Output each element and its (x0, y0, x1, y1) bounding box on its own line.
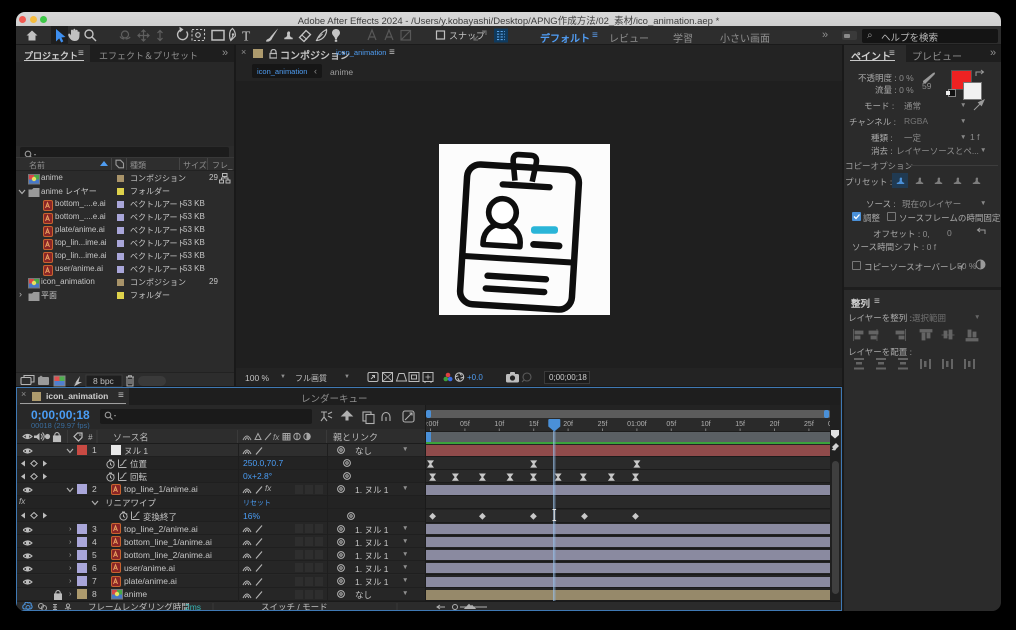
svg-text:ソース名: ソース名 (113, 432, 149, 443)
svg-text:2ms: 2ms (185, 602, 201, 611)
svg-text:fx: fx (273, 433, 280, 442)
svg-text:T: T (242, 29, 251, 44)
svg-text:スナップ: スナップ (449, 31, 485, 41)
svg-text:#: # (88, 433, 93, 442)
svg-text:親とリンク: 親とリンク (333, 432, 378, 443)
svg-text:フレームレンダリング時間: フレームレンダリング時間 (88, 602, 190, 611)
svg-text:8 bpc: 8 bpc (93, 376, 115, 386)
svg-text:+0.0: +0.0 (467, 373, 483, 382)
svg-text:スイッチ / モード: スイッチ / モード (261, 602, 328, 611)
